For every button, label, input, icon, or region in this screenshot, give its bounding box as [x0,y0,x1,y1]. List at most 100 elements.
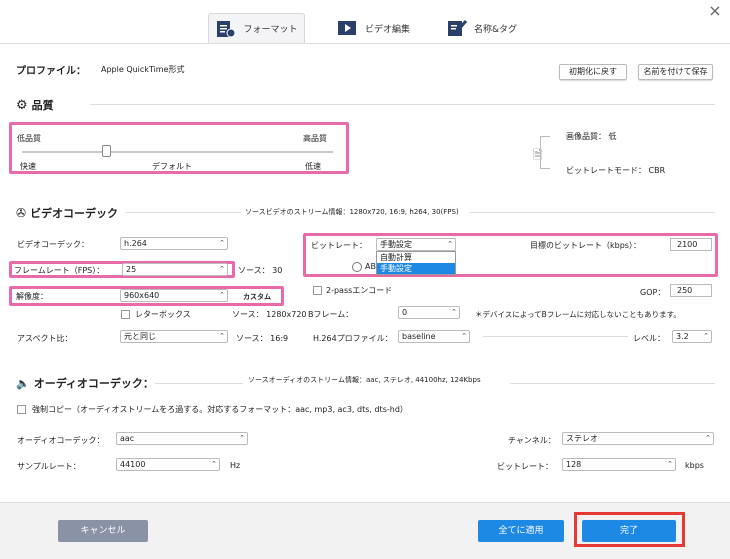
tab-format[interactable]: フォーマット [208,13,305,43]
tab-name-tag[interactable]: 名称&タグ [446,13,536,43]
tab-divider [0,43,730,44]
chevron-down-icon: ⌃ [219,291,225,299]
tab-format-label: フォーマット [243,25,298,35]
channel-value: ステレオ [566,434,598,443]
chevron-down-icon: ⌃ [239,434,245,442]
audio-codec-select[interactable]: aac ⌃ [116,432,248,445]
format-icon [217,20,236,37]
audio-bitrate-value: 128 [566,460,582,469]
ab-radio[interactable] [352,262,362,272]
custom-button[interactable]: カスタム [243,292,271,302]
bitrate-mode-text: ビットレートモード： CBR [566,166,666,175]
quality-section-title: ⚙ 品質 [16,97,54,113]
force-copy-checkbox[interactable] [17,405,26,414]
video-divider-right [470,212,715,213]
gop-input[interactable]: 250 [670,284,712,297]
tag-edit-icon [448,20,468,36]
bframe-note: ＊デバイスによってBフレームに対応しないこともあります。 [475,310,681,319]
bitrate-mode-select[interactable]: 手動設定 ⌃ [376,238,456,251]
resolution-select[interactable]: 960x640 ⌃ [120,289,228,302]
channel-select[interactable]: ステレオ ⌃ [562,432,714,445]
fps-value: 25 [126,265,137,274]
ab-label: AB [365,262,376,271]
audio-source-info: ソースオーディオのストリーム情報：aac, ステレオ, 44100hz, 124… [248,376,481,384]
tab-video-edit-label: ビデオ編集 [365,24,411,35]
twopass-label: 2-passエンコード [326,286,393,295]
video-edit-icon [338,21,356,35]
channel-label: チャンネル： [508,436,556,445]
twopass-checkbox[interactable] [313,286,322,295]
fast-label: 快速 [20,162,36,171]
quality-slider-thumb[interactable] [101,145,111,157]
chevron-down-icon: ⌃ [705,434,711,442]
audio-bitrate-label: ビットレート： [497,462,553,471]
option-manual[interactable]: 手動設定 [377,263,455,274]
aspect-source: ソース： 16:9 [236,334,289,343]
cancel-button[interactable]: キャンセル [58,520,148,542]
letterbox-label: レターボックス [135,310,191,319]
aspect-label: アスペクト比： [17,334,73,343]
hz-unit: Hz [230,461,241,470]
reset-button[interactable]: 初期化に戻す [559,64,627,80]
video-divider-left [126,212,241,213]
audio-title-text: オーディオコーデック： [33,377,154,390]
done-button[interactable]: 完了 [582,520,676,542]
resolution-label: 解像度： [16,292,48,301]
audio-codec-value: aac [120,434,135,443]
bitrate-mode-dropdown[interactable]: 自動計算 手動設定 [376,251,456,275]
sample-rate-label: サンプルレート： [17,462,81,471]
aspect-select[interactable]: 元と同じ ⌃ [120,330,228,343]
chevron-down-icon: ⌃ [219,265,225,273]
audio-section-title: 🔈 オーディオコーデック： [16,375,154,391]
close-icon[interactable]: × [706,2,724,20]
sample-rate-value: 44100 [120,460,146,469]
option-auto[interactable]: 自動計算 [377,252,455,263]
info-bracket [540,136,550,169]
chevron-down-icon: ⌃ [447,240,453,248]
chevron-down-icon: ⌃ [211,460,217,468]
aspect-value: 元と同じ [124,332,156,341]
target-bitrate-input[interactable]: 2100 [670,238,712,251]
audio-divider-left [155,383,243,384]
h264-profile-select[interactable]: baseline ⌃ [398,330,470,343]
speaker-icon: 🔈 [16,376,30,390]
fps-source: ソース： 30 [238,266,283,275]
sample-rate-select[interactable]: 44100 ⌃ [116,458,220,471]
gear-icon: ⚙ [16,97,28,113]
high-quality-label: 高品質 [303,134,327,143]
chevron-down-icon: ⌃ [219,332,225,340]
video-source-info: ソースビデオのストリーム情報：1280x720, 16:9, h264, 30(… [245,208,459,216]
chevron-down-icon: ⌃ [703,332,709,340]
bframe-stepper[interactable]: 0 ⌃ [398,306,460,319]
audio-bitrate-select[interactable]: 128 ⌃ [562,458,676,471]
fps-select[interactable]: 25 ⌃ [122,263,228,276]
quality-divider [90,104,715,105]
audio-divider-right [510,383,715,384]
force-copy-label: 強制コピー（オーディオストリームをろ過する。対応するフォーマット：aac, mp… [32,405,408,414]
gop-label: GOP： [640,288,666,297]
fps-label: フレームレート（FPS）： [14,266,105,275]
stepper-icon[interactable]: ⌃ [451,307,457,318]
chevron-down-icon: ⌃ [219,239,225,247]
level-label: レベル： [633,334,665,343]
video-codec-value: h.264 [124,239,147,248]
apply-all-button[interactable]: 全てに適用 [478,520,564,542]
bframe-label: Bフレーム： [308,310,354,319]
letterbox-checkbox[interactable] [121,310,130,319]
target-bitrate-label: 目標のビットレート（kbps）： [530,241,641,250]
profile-label: プロファイル： [16,66,86,77]
save-as-button[interactable]: 名前を付けて保存 [638,64,713,80]
slow-label: 低速 [305,162,321,171]
video-section-title: ✇ ビデオコーデック [16,205,118,221]
kbps-unit: kbps [685,461,704,470]
tab-video-edit[interactable]: ビデオ編集 [337,13,427,43]
level-select[interactable]: 3.2 ⌃ [672,330,712,343]
video-codec-select[interactable]: h.264 ⌃ [120,237,228,250]
video-title-text: ビデオコーデック [30,207,119,220]
profile-divider [483,336,628,337]
bitrate-mode-value: 手動設定 [380,240,412,249]
chevron-down-icon: ⌃ [461,332,467,340]
level-value: 3.2 [676,332,689,341]
quality-slider-track[interactable] [22,151,333,153]
bitrate-label: ビットレート： [311,241,367,250]
